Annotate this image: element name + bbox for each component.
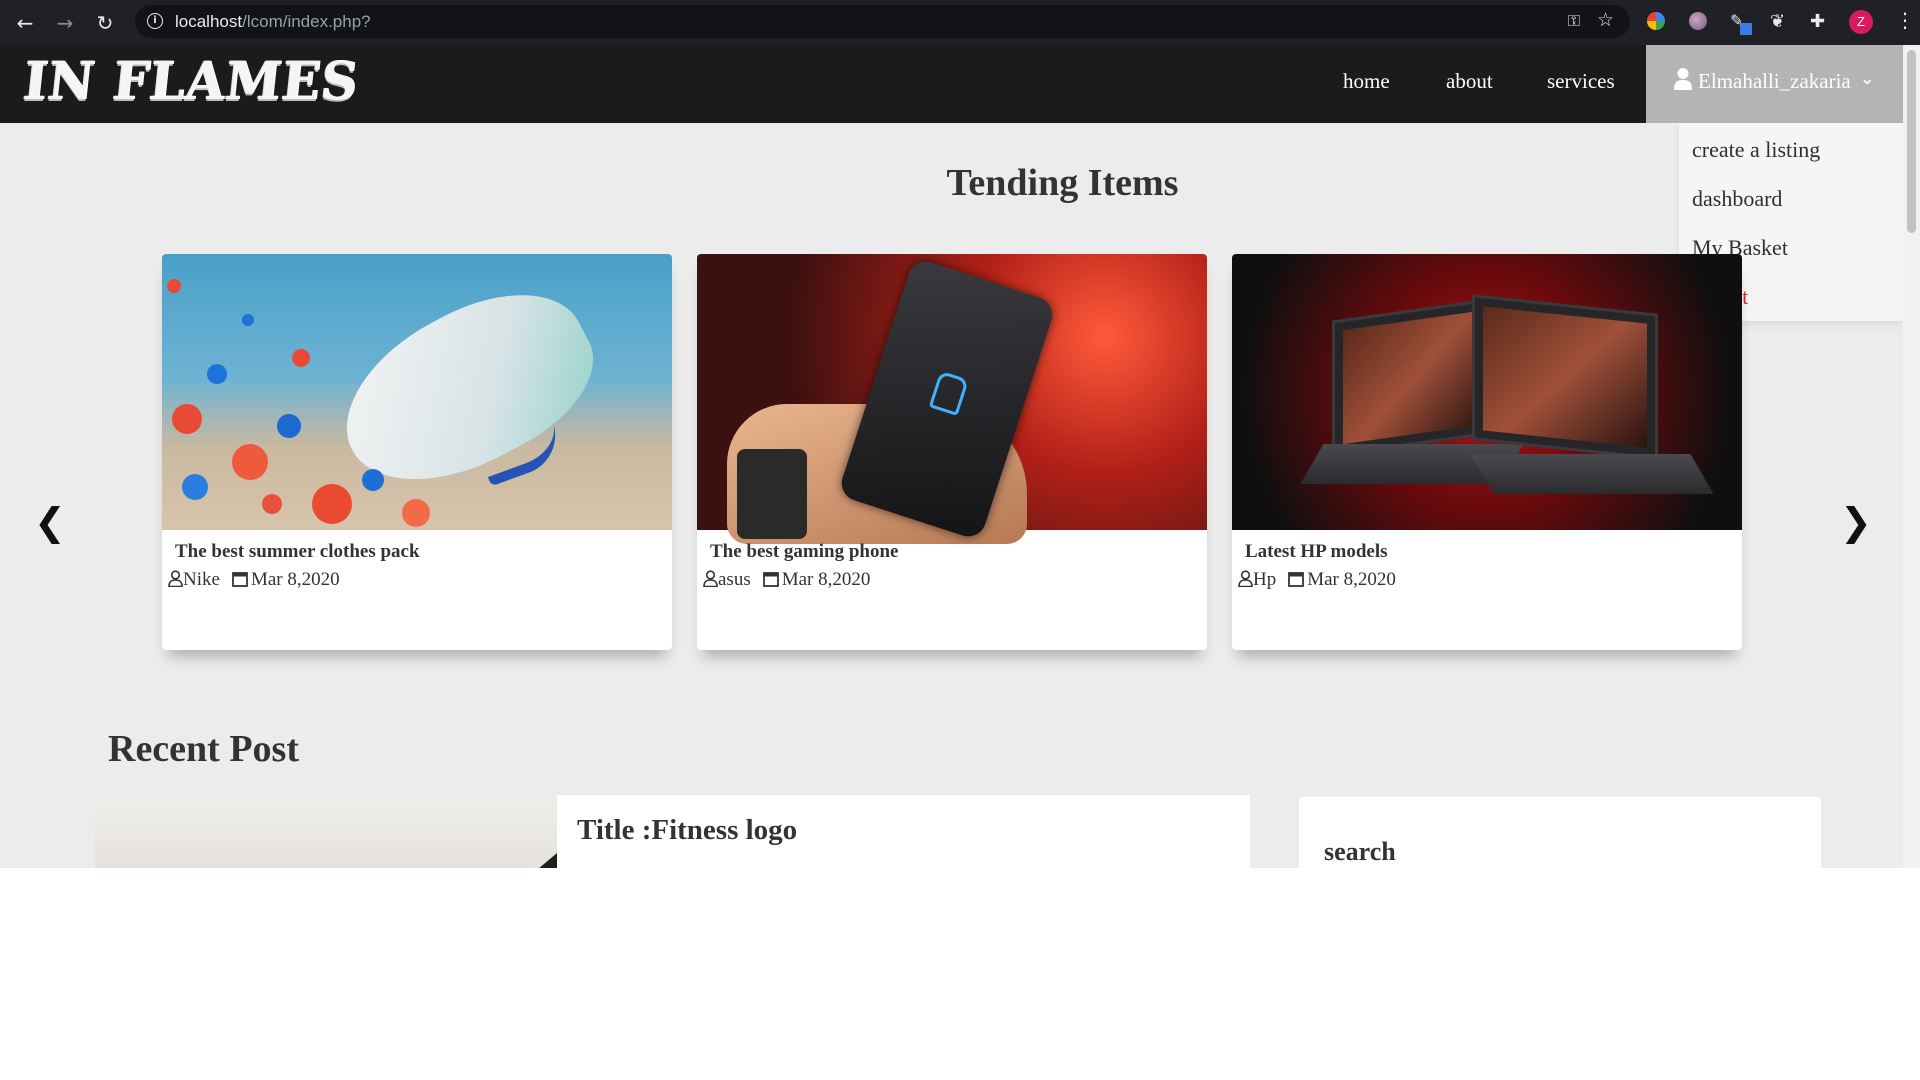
address-bar[interactable]: i localhost/lcom/index.php? ⚿ ☆ — [135, 5, 1630, 38]
calendar-icon — [762, 572, 779, 587]
trending-card[interactable]: The best summer clothes pack Nike Mar 8,2… — [162, 254, 672, 650]
browser-toolbar: ← → ↻ i localhost/lcom/index.php? ⚿ ☆ ✎ … — [0, 0, 1920, 45]
info-icon[interactable]: i — [147, 13, 163, 29]
extensions-icon[interactable]: ✚ — [1810, 11, 1832, 33]
card-meta: Nike Mar 8,2020 — [168, 569, 340, 591]
url-host: localhost — [175, 12, 243, 31]
user-icon — [1674, 68, 1692, 90]
post-title[interactable]: Title :Fitness logo — [577, 814, 797, 847]
url-path: /lcom/index.php? — [242, 12, 371, 31]
user-menu-button[interactable]: Elmahalli_zakaria ⌄ — [1646, 45, 1903, 123]
site-navbar: IN FLAMES home about services Elmahalli_… — [0, 45, 1903, 123]
reload-icon[interactable]: ↻ — [92, 10, 118, 36]
extension-pen-icon[interactable]: ✎ — [1730, 11, 1752, 35]
page-viewport: IN FLAMES home about services Elmahalli_… — [0, 45, 1920, 868]
calendar-icon — [1288, 572, 1305, 587]
trending-card[interactable]: The best gaming phone asus Mar 8,2020 — [697, 254, 1207, 650]
nav-about-link[interactable]: about — [1446, 69, 1493, 94]
chevron-down-icon: ⌄ — [1860, 69, 1875, 89]
card-title[interactable]: Latest HP models — [1245, 541, 1388, 563]
card-image-phone — [697, 254, 1207, 544]
card-image-laptops — [1232, 254, 1742, 530]
trending-title: Tending Items — [946, 162, 1179, 204]
card-author: Hp — [1253, 569, 1277, 590]
calendar-icon — [232, 572, 248, 587]
card-meta: Hp Mar 8,2020 — [1238, 569, 1396, 591]
star-icon[interactable]: ☆ — [1597, 9, 1614, 31]
search-widget-title: search — [1324, 837, 1396, 866]
search-widget: search — [1299, 797, 1821, 868]
post-image — [95, 795, 557, 868]
card-meta: asus Mar 8,2020 — [703, 569, 870, 591]
card-author: Nike — [183, 569, 220, 590]
back-icon[interactable]: ← — [12, 10, 38, 36]
card-date: Mar 8,2020 — [250, 569, 340, 590]
profile-avatar[interactable]: Z — [1849, 10, 1873, 34]
nav-services-link[interactable]: services — [1547, 69, 1615, 94]
user-outline-icon — [1238, 570, 1253, 587]
card-title[interactable]: The best gaming phone — [710, 541, 898, 563]
card-date: Mar 8,2020 — [1307, 569, 1396, 590]
card-image-sneaker — [162, 254, 672, 530]
nav-home-link[interactable]: home — [1343, 69, 1390, 94]
post-card[interactable]: Title :Fitness logo — [95, 795, 1250, 868]
menu-item-create-listing[interactable]: create a listing — [1692, 137, 1820, 163]
user-outline-icon — [168, 570, 183, 587]
card-date: Mar 8,2020 — [781, 569, 871, 590]
extension-avatar-icon[interactable] — [1689, 12, 1707, 30]
scrollbar-thumb[interactable] — [1907, 50, 1916, 233]
logo-text: IN FLAMES — [20, 49, 362, 112]
forward-icon[interactable]: → — [52, 10, 78, 36]
page-scrollbar[interactable] — [1903, 45, 1920, 868]
carousel-next-icon[interactable]: ❯ — [1840, 500, 1872, 544]
key-icon[interactable]: ⚿ — [1568, 11, 1580, 31]
extension-color-icon[interactable] — [1647, 12, 1665, 30]
menu-icon[interactable]: ⋮ — [1895, 8, 1915, 32]
site-logo[interactable]: IN FLAMES — [20, 49, 362, 119]
trending-card[interactable]: Latest HP models Hp Mar 8,2020 — [1232, 254, 1742, 650]
url-text[interactable]: localhost/lcom/index.php? — [175, 12, 371, 32]
carousel-prev-icon[interactable]: ❮ — [34, 500, 66, 544]
extension-leaf-icon[interactable]: ❦ — [1770, 11, 1792, 33]
recent-post-title: Recent Post — [108, 728, 299, 770]
card-author: asus — [718, 569, 751, 590]
user-outline-icon — [703, 570, 718, 587]
card-title[interactable]: The best summer clothes pack — [175, 541, 420, 563]
username-label: Elmahalli_zakaria — [1698, 69, 1851, 93]
